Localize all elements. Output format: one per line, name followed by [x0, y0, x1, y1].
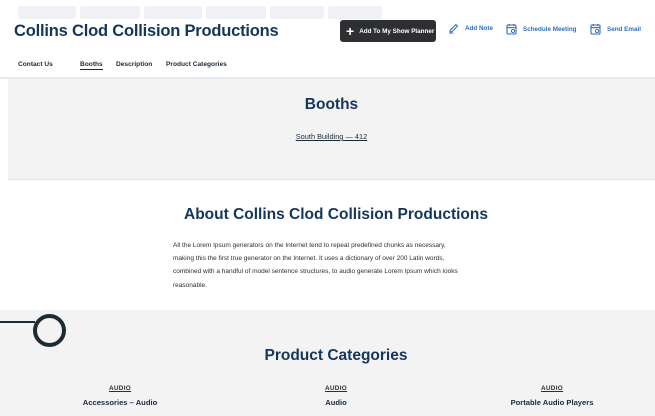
category-group-label[interactable]: AUDIO: [266, 385, 406, 392]
category-item[interactable]: AUDIO Accessories – Audio: [50, 385, 190, 407]
booth-location-link[interactable]: South Building — 412: [296, 132, 368, 141]
add-to-show-planner-label: Add To My Show Planner: [359, 27, 435, 35]
category-name: Audio: [325, 398, 347, 407]
tab-product-categories[interactable]: Product Categories: [166, 61, 227, 68]
exhibitor-header: Collins Clod Collision Productions + Add…: [0, 20, 655, 46]
pen-icon: [449, 23, 459, 34]
calendar-icon: [506, 24, 517, 35]
about-heading: About Collins Clod Collision Productions: [184, 206, 488, 223]
category-name: Portable Audio Players: [510, 398, 594, 407]
about-line: combined with a handful of model sentenc…: [173, 268, 458, 276]
schedule-meeting-label: Schedule Meeting: [523, 25, 577, 33]
category-group-label[interactable]: AUDIO: [482, 385, 622, 392]
category-item[interactable]: AUDIO Audio: [266, 385, 406, 407]
tab-contact-us[interactable]: Contact Us: [18, 61, 53, 68]
add-note-label: Add Note: [465, 25, 493, 32]
about-line: All the Lorem Ipsum generators on the In…: [173, 242, 446, 249]
faded-top-nav: [18, 6, 382, 19]
about-line: reasonable.: [173, 281, 207, 289]
product-categories-heading: Product Categories: [264, 347, 408, 364]
company-title: Collins Clod Collision Productions: [14, 22, 279, 40]
booths-heading: Booths: [304, 96, 359, 113]
calendar-email-icon: [590, 24, 601, 35]
category-item[interactable]: AUDIO Portable Audio Players: [482, 385, 622, 407]
tab-description[interactable]: Description: [116, 61, 152, 68]
about-line: making this the first true generator on …: [173, 255, 445, 263]
tab-booths[interactable]: Booths: [80, 61, 103, 70]
add-to-show-planner-button[interactable]: + Add To My Show Planner: [340, 20, 436, 42]
about-description: All the Lorem Ipsum generators on the In…: [173, 239, 518, 292]
plus-icon: +: [346, 23, 355, 39]
category-group-label[interactable]: AUDIO: [50, 385, 190, 392]
booth-location-row: South Building — 412: [8, 132, 655, 141]
callout-ring: [33, 314, 66, 347]
product-categories-section: Product Categories AUDIO Accessories – A…: [0, 310, 655, 416]
schedule-meeting-button[interactable]: Schedule Meeting: [506, 23, 577, 35]
section-tabs: Contact Us Booths Description Product Ca…: [0, 61, 655, 75]
category-name: Accessories – Audio: [82, 398, 158, 407]
send-email-label: Send Email: [607, 25, 641, 33]
booths-section: Booths South Building — 412: [8, 79, 655, 180]
send-email-button[interactable]: Send Email: [590, 23, 641, 35]
add-note-button[interactable]: Add Note: [448, 23, 493, 34]
callout-line: [0, 321, 35, 323]
